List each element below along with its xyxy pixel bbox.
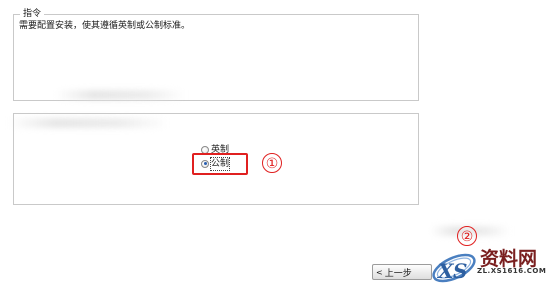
watermark: X S 资料网 ZL.XS1616.COM [428,240,558,286]
instruction-group-title: 指令 [20,8,45,20]
watermark-url: ZL.XS1616.COM [477,267,547,275]
previous-step-button[interactable]: < 上一步 [372,264,432,280]
annotation-callout-1: ① [262,153,282,173]
annotation-highlight-box [192,153,248,175]
instruction-groupbox: 指令 需要配置安装，使其遵循英制或公制标准。 [13,8,419,101]
previous-step-label: 上一步 [384,268,412,279]
watermark-logo-icon: X S [432,253,476,283]
blurred-region [55,90,185,100]
instruction-text: 需要配置安装，使其遵循英制或公制标准。 [19,21,191,31]
svg-text:S: S [453,259,467,283]
chevron-left-icon: < [376,267,383,277]
